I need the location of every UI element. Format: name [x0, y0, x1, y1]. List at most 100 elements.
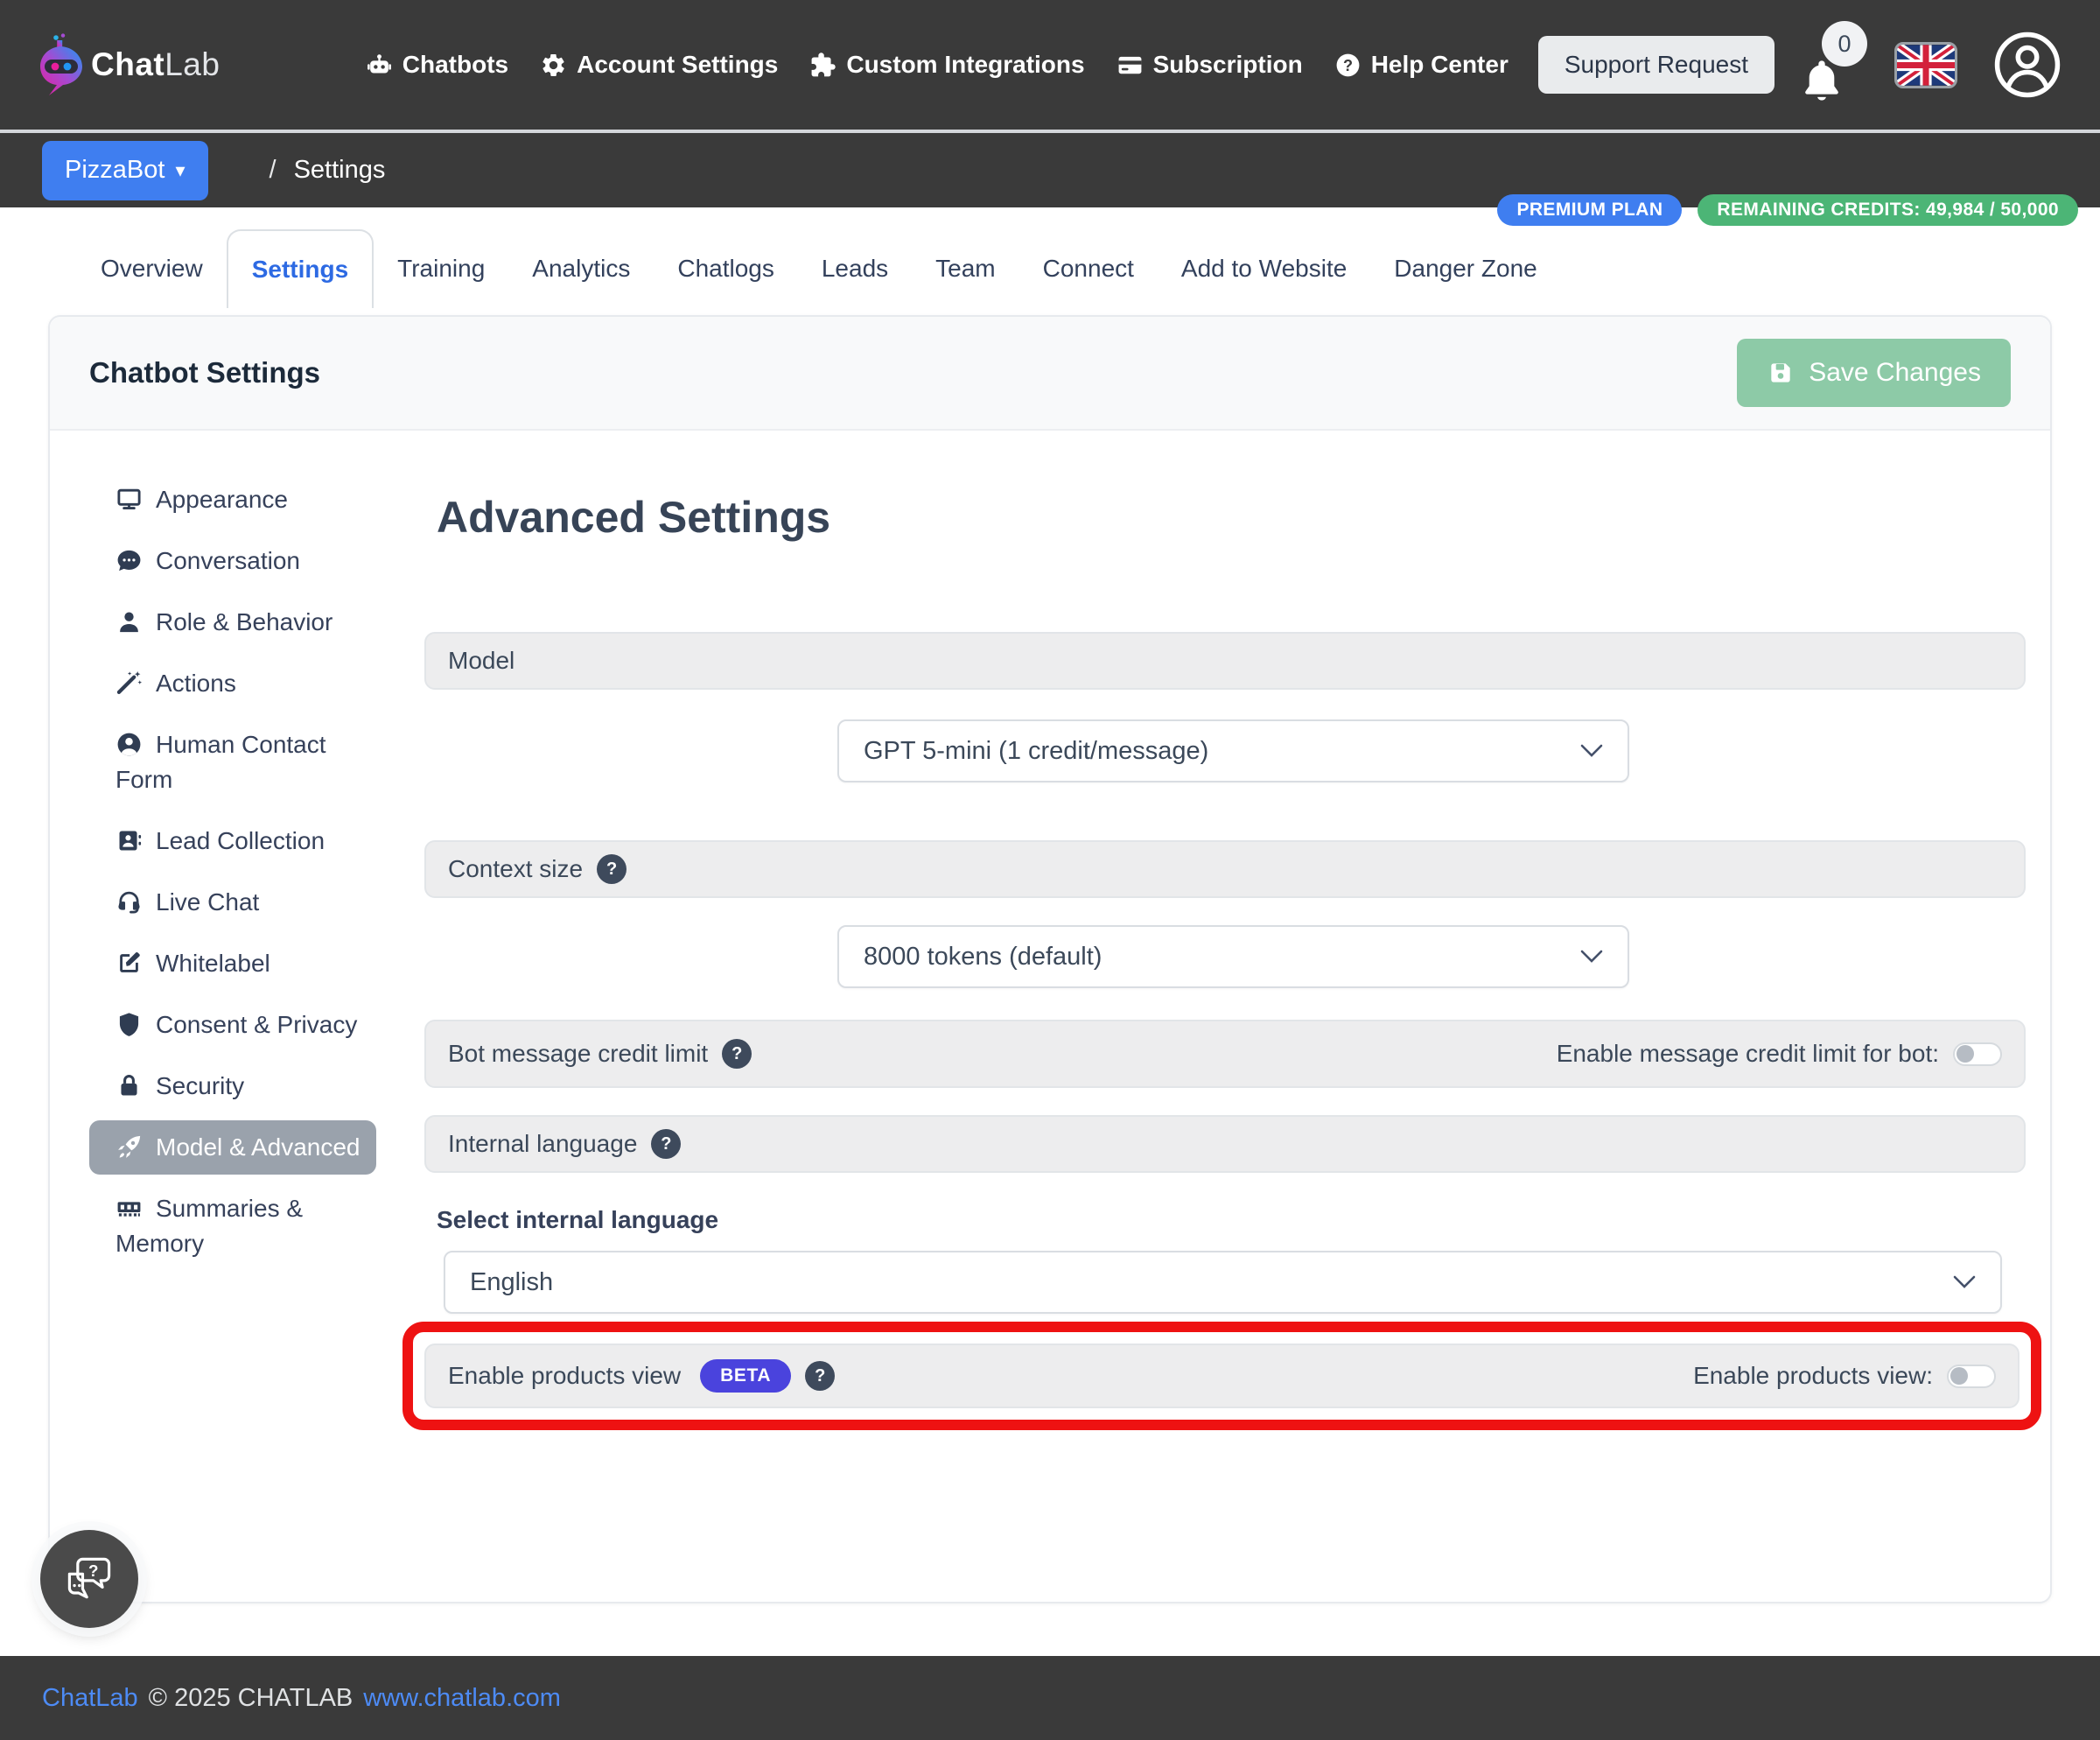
footer-site-link[interactable]: www.chatlab.com — [363, 1684, 561, 1713]
brand-text: ChatLab — [91, 46, 220, 83]
credit-limit-toggle[interactable] — [1953, 1042, 2002, 1066]
monitor-icon — [116, 486, 156, 513]
lock-icon — [116, 1072, 156, 1099]
tab-add-to-website[interactable]: Add to Website — [1158, 229, 1370, 308]
person-circle-icon — [116, 731, 156, 758]
profile-avatar-button[interactable] — [1993, 31, 2062, 99]
tab-team[interactable]: Team — [912, 229, 1018, 308]
context-size-select[interactable]: 8000 tokens (default) — [837, 925, 1629, 988]
sidebar-item-label: Lead Collection — [156, 827, 325, 854]
help-chat-widget-button[interactable]: ? — [40, 1530, 138, 1628]
breadcrumb-page: Settings — [294, 156, 386, 185]
products-view-toggle[interactable] — [1947, 1365, 1996, 1388]
sidebar-item-summaries-memory[interactable]: Summaries & Memory — [89, 1182, 376, 1271]
save-changes-label: Save Changes — [1809, 358, 1981, 388]
page-footer: ChatLab © 2025 CHATLAB www.chatlab.com — [0, 1656, 2100, 1740]
sidebar-item-consent-privacy[interactable]: Consent & Privacy — [89, 998, 376, 1052]
pencil-square-icon — [116, 950, 156, 977]
sidebar-item-label: Consent & Privacy — [156, 1011, 357, 1038]
sidebar-item-actions[interactable]: Actions — [89, 656, 376, 711]
context-size-help-icon[interactable]: ? — [597, 854, 626, 884]
select-internal-language-label: Select internal language — [437, 1206, 2026, 1234]
credit-limit-section-header: Bot message credit limit ? Enable messag… — [424, 1020, 2026, 1088]
gear-icon — [540, 52, 567, 79]
tab-chatlogs[interactable]: Chatlogs — [654, 229, 798, 308]
card-title: Chatbot Settings — [89, 356, 320, 389]
memory-icon — [116, 1195, 156, 1222]
chat-bubbles-icon: ? — [61, 1551, 117, 1607]
sidebar-item-label: Actions — [156, 670, 236, 697]
internal-language-help-icon[interactable]: ? — [651, 1129, 681, 1159]
chatbot-settings-card: Chatbot Settings Save Changes Appearance… — [48, 315, 2052, 1603]
credit-card-icon — [1116, 52, 1144, 79]
credit-limit-help-icon[interactable]: ? — [722, 1039, 752, 1069]
notification-count-badge: 0 — [1822, 21, 1867, 67]
products-view-label: Enable products view — [448, 1362, 681, 1390]
context-size-section-header: Context size ? — [424, 840, 2026, 898]
save-changes-button[interactable]: Save Changes — [1737, 339, 2011, 407]
remaining-credits-badge: REMAINING CREDITS: 49,984 / 50,000 — [1698, 194, 2078, 226]
products-view-toggle-label: Enable products view: — [1693, 1362, 1933, 1390]
footer-brand-link[interactable]: ChatLab — [42, 1684, 138, 1713]
rocket-icon — [116, 1133, 156, 1161]
flask-robot-logo-icon — [38, 32, 84, 97]
navbar-menu: Chatbots Account Settings Custom Integrati… — [366, 51, 1508, 79]
sidebar-item-appearance[interactable]: Appearance — [89, 473, 376, 527]
sidebar-item-conversation[interactable]: Conversation — [89, 534, 376, 588]
sidebar-item-model-advanced[interactable]: Model & Advanced — [89, 1120, 376, 1175]
card-header: Chatbot Settings Save Changes — [50, 317, 2050, 431]
person-icon — [116, 608, 156, 635]
card-body: Appearance Conversation Role & Behavior Act… — [50, 431, 2050, 1430]
chatlab-logo[interactable]: ChatLab — [38, 32, 220, 97]
plan-badges: PREMIUM PLAN REMAINING CREDITS: 49,984 /… — [1497, 194, 2078, 226]
caret-down-icon: ▾ — [175, 159, 185, 182]
tab-connect[interactable]: Connect — [1019, 229, 1158, 308]
nav-item-label: Custom Integrations — [846, 51, 1084, 79]
support-request-button[interactable]: Support Request — [1538, 36, 1774, 94]
nav-item-account-settings[interactable]: Account Settings — [540, 51, 778, 79]
tab-danger-zone[interactable]: Danger Zone — [1370, 229, 1560, 308]
id-card-icon — [116, 827, 156, 854]
advanced-settings-panel: Advanced Settings Model GPT 5-mini (1 cr… — [424, 431, 2026, 1430]
tab-training[interactable]: Training — [374, 229, 508, 308]
puzzle-icon — [809, 52, 836, 79]
sidebar-item-security[interactable]: Security — [89, 1059, 376, 1113]
save-icon — [1767, 359, 1795, 387]
bot-selector-dropdown[interactable]: PizzaBot ▾ — [42, 141, 208, 200]
model-label: Model — [448, 647, 514, 675]
language-flag-uk[interactable] — [1897, 45, 1955, 86]
tab-leads[interactable]: Leads — [798, 229, 912, 308]
internal-language-select[interactable]: English — [444, 1251, 2002, 1314]
credit-limit-toggle-label: Enable message credit limit for bot: — [1557, 1040, 1939, 1068]
nav-item-label: Chatbots — [402, 51, 508, 79]
tab-settings[interactable]: Settings — [227, 229, 374, 308]
nav-item-subscription[interactable]: Subscription — [1116, 51, 1303, 79]
nav-item-label: Account Settings — [577, 51, 778, 79]
sidebar-item-human-contact-form[interactable]: Human Contact Form — [89, 718, 376, 807]
tab-analytics[interactable]: Analytics — [508, 229, 654, 308]
notifications-button[interactable]: 0 — [1799, 19, 1867, 110]
sidebar-item-live-chat[interactable]: Live Chat — [89, 875, 376, 930]
model-select[interactable]: GPT 5-mini (1 credit/message) — [837, 719, 1629, 782]
svg-text:?: ? — [1343, 56, 1353, 74]
page-title: Advanced Settings — [437, 492, 2026, 543]
products-view-help-icon[interactable]: ? — [805, 1361, 835, 1391]
nav-item-custom-integrations[interactable]: Custom Integrations — [809, 51, 1084, 79]
credit-limit-label: Bot message credit limit — [448, 1040, 708, 1068]
sidebar-item-whitelabel[interactable]: Whitelabel — [89, 937, 376, 991]
nav-item-label: Subscription — [1153, 51, 1303, 79]
headset-icon — [116, 888, 156, 916]
internal-language-label: Internal language — [448, 1130, 637, 1158]
bot-name: PizzaBot — [65, 156, 164, 185]
footer-copyright: © 2025 CHATLAB — [149, 1684, 354, 1713]
toggle-knob — [1950, 1367, 1968, 1385]
annotation-red-box: Enable products view BETA ? Enable produ… — [402, 1322, 2041, 1430]
wand-icon — [116, 670, 156, 697]
sidebar-item-lead-collection[interactable]: Lead Collection — [89, 814, 376, 868]
sidebar-item-role-behavior[interactable]: Role & Behavior — [89, 595, 376, 649]
tab-overview[interactable]: Overview — [77, 229, 227, 308]
sidebar-item-label: Live Chat — [156, 888, 259, 916]
nav-item-chatbots[interactable]: Chatbots — [366, 51, 508, 79]
nav-item-help-center[interactable]: ?Help Center — [1334, 51, 1508, 79]
context-size-value: 8000 tokens (default) — [864, 943, 1102, 972]
